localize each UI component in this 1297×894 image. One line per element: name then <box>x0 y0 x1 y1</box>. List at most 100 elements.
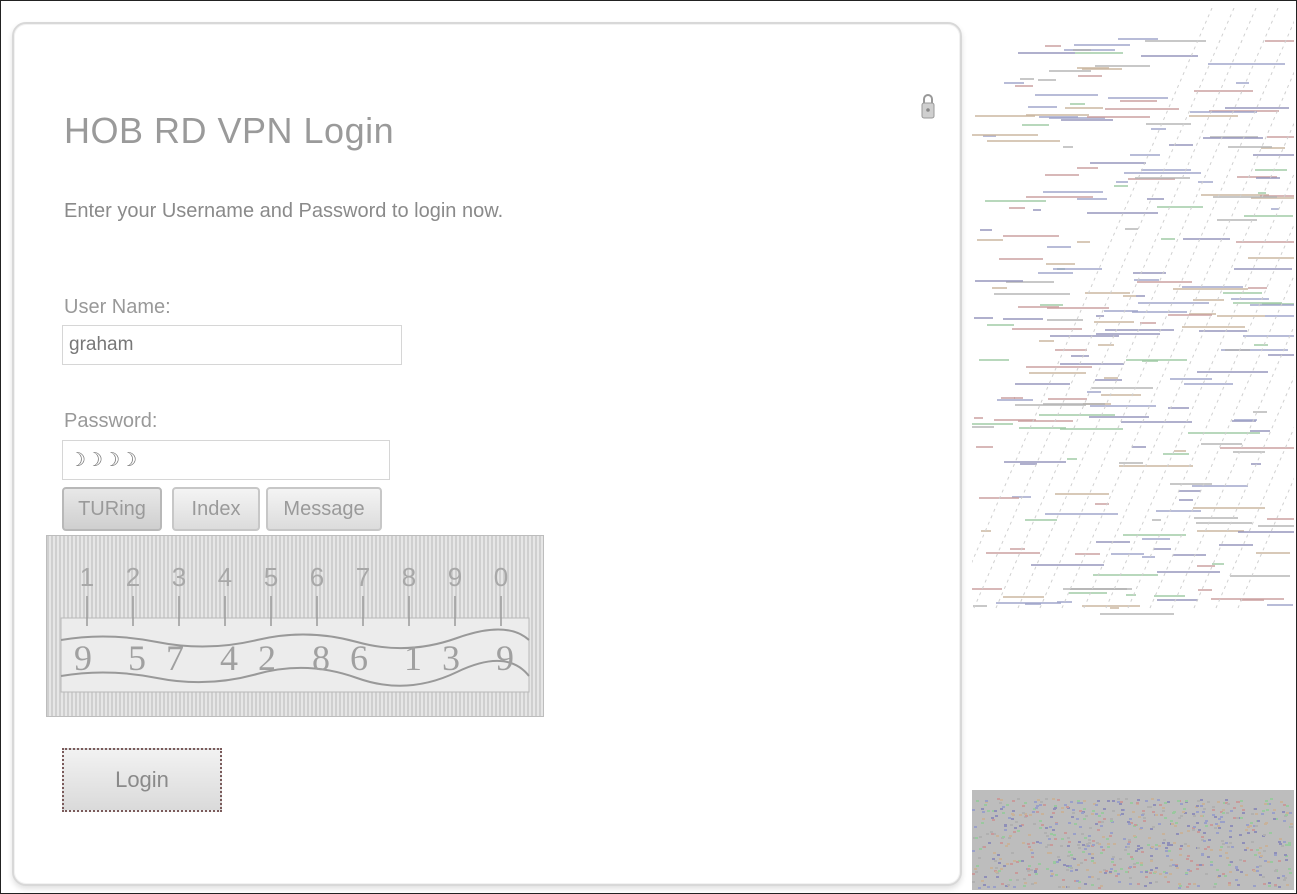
artifact-pixel <box>1101 821 1104 823</box>
artifact-pixel <box>1143 820 1146 822</box>
artifact-pixel <box>982 811 985 813</box>
artifact-pixel <box>992 819 995 821</box>
artifact-pixel <box>1000 808 1003 810</box>
artifact-pixel <box>1162 807 1165 809</box>
artifact-pixel <box>1027 843 1030 845</box>
username-field[interactable]: graham <box>62 325 402 365</box>
artifact-pixel <box>1164 876 1167 878</box>
artifact-pixel <box>1235 879 1238 881</box>
artifact-pixel <box>972 873 975 875</box>
artifact-pixel <box>1162 810 1165 812</box>
artifact-pixel <box>1098 821 1101 823</box>
artifact-pixel <box>974 826 977 828</box>
artifact-pixel <box>1165 872 1168 874</box>
artifact-pixel <box>1210 861 1213 863</box>
artifact-line <box>1138 302 1209 304</box>
artifact-pixel <box>1038 863 1041 865</box>
artifact-line <box>1087 391 1101 393</box>
artifact-pixel <box>1128 823 1131 825</box>
artifact-pixel <box>1196 811 1199 813</box>
artifact-pixel <box>1226 857 1229 859</box>
artifact-line <box>1116 181 1128 183</box>
artifact-line <box>1244 215 1293 217</box>
artifact-pixel <box>1274 884 1277 886</box>
artifact-pixel <box>1053 808 1056 810</box>
artifact-line <box>1132 311 1187 313</box>
artifact-pixel <box>1000 799 1003 801</box>
artifact-line <box>1053 268 1102 270</box>
artifact-pixel <box>1083 808 1086 810</box>
artifact-pixel <box>1143 817 1146 819</box>
artifact-pixel <box>1077 864 1080 866</box>
artifact-pixel <box>1233 817 1236 819</box>
artifact-pixel <box>1091 860 1094 862</box>
artifact-line <box>1192 485 1248 487</box>
artifact-pixel <box>1236 869 1239 871</box>
artifact-pixel <box>1170 820 1173 822</box>
artifact-pixel <box>1165 847 1168 849</box>
captcha-bottom-digit: 8 <box>312 638 330 678</box>
artifact-line <box>1255 169 1287 171</box>
artifact-pixel <box>1193 883 1196 885</box>
artifact-line <box>1198 181 1213 183</box>
captcha-top-digit: 2 <box>126 562 140 592</box>
artifact-pixel <box>1112 800 1115 802</box>
artifact-pixel <box>1150 855 1153 857</box>
artifact-pixel <box>1179 848 1182 850</box>
artifact-pixel <box>975 871 978 873</box>
artifact-pixel <box>1129 818 1132 820</box>
artifact-line <box>1067 458 1077 460</box>
artifact-pixel <box>976 800 979 802</box>
artifact-pixel <box>986 833 989 835</box>
artifact-pixel <box>1257 820 1260 822</box>
artifact-line <box>1025 603 1041 605</box>
artifact-pixel <box>1000 842 1003 844</box>
artifact-pixel <box>1184 843 1187 845</box>
artifact-pixel <box>1255 813 1258 815</box>
artifact-line <box>999 258 1043 260</box>
artifact-pixel <box>1045 798 1048 800</box>
artifact-line <box>1196 522 1252 524</box>
artifact-pixel <box>1158 823 1161 825</box>
password-field[interactable]: ☽☽☽☽ <box>62 440 390 480</box>
artifact-line <box>1015 85 1033 87</box>
artifact-line <box>1135 177 1190 179</box>
artifact-pixel <box>1084 848 1087 850</box>
artifact-pixel <box>1279 843 1282 845</box>
artifact-pixel <box>1039 804 1042 806</box>
artifact-pixel <box>1153 804 1156 806</box>
artifact-line <box>1201 443 1242 445</box>
artifact-line <box>1170 378 1212 380</box>
artifact-line <box>1003 596 1044 598</box>
artifact-pixel <box>1001 883 1004 885</box>
artifact-line <box>1077 67 1109 69</box>
artifact-pixel <box>1163 839 1166 841</box>
artifact-line <box>976 446 993 448</box>
artifact-pixel <box>1046 868 1049 870</box>
artifact-pixel <box>1105 870 1108 872</box>
artifact-line <box>1141 55 1198 57</box>
artifact-pixel <box>1214 816 1217 818</box>
tab-turing[interactable]: TURing <box>62 487 162 531</box>
login-button[interactable]: Login <box>62 748 222 812</box>
artifact-pixel <box>1197 800 1200 802</box>
artifact-line <box>1123 295 1136 297</box>
artifact-pixel <box>1129 883 1132 885</box>
artifact-line <box>1258 525 1294 527</box>
artifact-pixel <box>1229 871 1232 873</box>
artifact-pixel <box>1082 844 1085 846</box>
artifact-pixel <box>1016 879 1019 881</box>
artifact-line <box>1082 605 1140 607</box>
artifact-pixel <box>1032 811 1035 813</box>
tab-message[interactable]: Message <box>266 487 382 531</box>
artifact-pixel <box>1084 837 1087 839</box>
artifact-pixel <box>1125 871 1128 873</box>
artifact-line <box>1157 571 1220 573</box>
artifact-pixel <box>1117 814 1120 816</box>
artifact-line <box>1145 40 1206 42</box>
tab-index[interactable]: Index <box>172 487 260 531</box>
artifact-pixel <box>1103 818 1106 820</box>
artifact-line <box>1253 411 1267 413</box>
artifact-pixel <box>1255 825 1258 827</box>
artifact-pixel <box>1039 827 1042 829</box>
